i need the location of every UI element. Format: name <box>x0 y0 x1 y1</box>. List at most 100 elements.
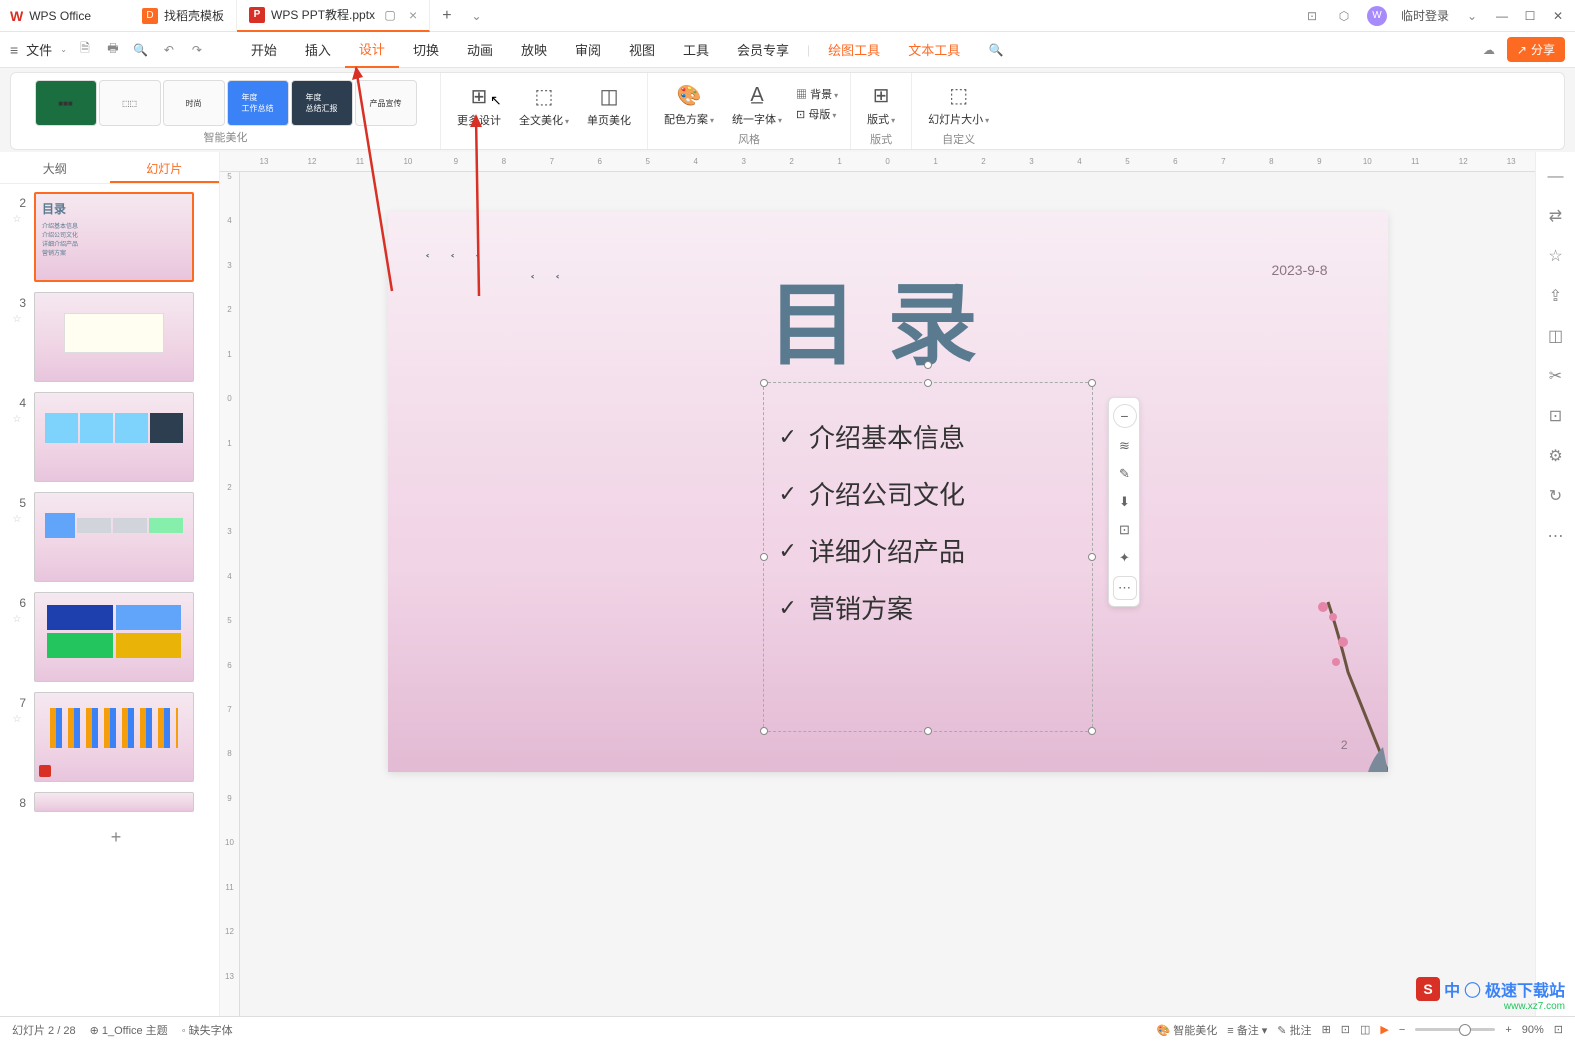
zoom-level[interactable]: 90% <box>1522 1024 1544 1036</box>
new-tab-button[interactable]: + <box>430 7 463 25</box>
view-reading-icon[interactable]: ◫ <box>1360 1023 1370 1036</box>
reader-icon[interactable]: ⊡ <box>1303 9 1321 23</box>
rotate-handle[interactable] <box>924 361 932 369</box>
collapse-sidebar-icon[interactable]: — <box>1548 168 1564 186</box>
new-icon[interactable]: 🗎 <box>75 39 95 60</box>
cube-sidebar-icon[interactable]: ◫ <box>1548 326 1563 346</box>
slide-thumb-4[interactable] <box>34 392 194 482</box>
undo-icon[interactable]: ↶ <box>159 43 179 57</box>
tab-drawing-tools[interactable]: 绘图工具 <box>814 32 894 67</box>
template-thumb-6[interactable]: 产品宣传 <box>355 80 417 126</box>
slide-thumb-7[interactable] <box>34 692 194 782</box>
reader-sidebar-icon[interactable]: ⊡ <box>1549 406 1562 426</box>
star-sidebar-icon[interactable]: ☆ <box>1548 246 1562 266</box>
tab-animation[interactable]: 动画 <box>453 32 507 67</box>
tab-dropdown-icon[interactable]: ⌄ <box>468 9 486 23</box>
resize-handle[interactable] <box>1088 379 1096 387</box>
slide-title[interactable]: 目录 <box>768 252 1008 382</box>
color-scheme-button[interactable]: 🎨 配色方案▾ <box>656 77 722 131</box>
avatar-icon[interactable]: W <box>1367 6 1387 26</box>
comments-button[interactable]: ✎ 批注 <box>1277 1022 1311 1038</box>
close-window-button[interactable]: ✕ <box>1551 9 1565 23</box>
template-thumb-2[interactable]: ⬚⬚ <box>99 80 161 126</box>
resize-handle[interactable] <box>924 727 932 735</box>
unify-font-button[interactable]: A̲ 统一字体▾ <box>724 77 790 131</box>
screen-icon[interactable]: ⊡ <box>1113 518 1137 542</box>
maximize-button[interactable]: ☐ <box>1523 9 1537 23</box>
slide-thumb-8[interactable] <box>34 792 194 812</box>
cube-icon[interactable]: ⬡ <box>1335 9 1353 23</box>
slide-size-button[interactable]: ⬚ 幻灯片大小▾ <box>920 77 997 131</box>
login-button[interactable]: 临时登录 <box>1401 7 1449 24</box>
download-icon[interactable]: ⬇ <box>1113 490 1137 514</box>
slides-tab[interactable]: 幻灯片 <box>110 152 220 183</box>
edit-icon[interactable]: ✎ <box>1113 462 1137 486</box>
slide-thumb-6[interactable] <box>34 592 194 682</box>
close-tab-icon[interactable]: × <box>409 7 417 23</box>
tab-tools[interactable]: 工具 <box>669 32 723 67</box>
resize-handle[interactable] <box>760 727 768 735</box>
template-thumb-5[interactable]: 年度总结汇报 <box>291 80 353 126</box>
star-icon[interactable]: ☆ <box>13 714 22 725</box>
slide-thumb-5[interactable] <box>34 492 194 582</box>
hamburger-icon[interactable]: ≡ <box>10 42 18 58</box>
template-thumb-3[interactable]: 时尚 <box>163 80 225 126</box>
resize-handle[interactable] <box>1088 727 1096 735</box>
fit-screen-icon[interactable]: ⊡ <box>1554 1023 1563 1036</box>
document-tab[interactable]: P WPS PPT教程.pptx ▢ × <box>237 0 430 32</box>
search-icon[interactable]: 🔍 <box>986 43 1006 57</box>
file-menu[interactable]: 文件 <box>26 40 52 59</box>
layout-button[interactable]: ⊞ 版式▾ <box>859 77 903 131</box>
star-icon[interactable]: ☆ <box>13 614 22 625</box>
missing-font-warning[interactable]: ◦ 缺失字体 <box>182 1022 233 1038</box>
full-beautify-button[interactable]: ⬚ 全文美化▾ <box>511 78 577 132</box>
minimize-button[interactable]: — <box>1495 9 1509 23</box>
master-button[interactable]: ⊡ 母版▾ <box>796 106 838 122</box>
star-icon[interactable]: ☆ <box>13 314 22 325</box>
slide-thumbnails[interactable]: 2 ☆ 目录 介绍基本信息介绍公司文化 详细介绍产品营销方案 3 <box>0 184 219 1016</box>
tab-insert[interactable]: 插入 <box>291 32 345 67</box>
single-beautify-button[interactable]: ◫ 单页美化 <box>579 78 639 132</box>
outline-tab[interactable]: 大纲 <box>0 152 110 183</box>
view-slideshow-icon[interactable]: ▶ <box>1380 1023 1388 1036</box>
view-sorter-icon[interactable]: ⊡ <box>1341 1023 1350 1036</box>
settings-sidebar-icon[interactable]: ↻ <box>1549 486 1562 506</box>
notes-button[interactable]: ≡ 备注 ▾ <box>1227 1022 1267 1038</box>
more-icon[interactable]: ⋯ <box>1113 576 1137 600</box>
zoom-out-button[interactable]: − <box>1399 1024 1405 1036</box>
tab-review[interactable]: 审阅 <box>561 32 615 67</box>
resize-handle[interactable] <box>1088 553 1096 561</box>
tab-design[interactable]: 设计 <box>345 31 399 68</box>
more-sidebar-icon[interactable]: ⋯ <box>1548 526 1564 546</box>
cloud-sync-icon[interactable]: ☁ <box>1483 43 1495 57</box>
gift-sidebar-icon[interactable]: ⚙ <box>1548 446 1562 466</box>
tab-transition[interactable]: 切换 <box>399 32 453 67</box>
collapse-button[interactable]: − <box>1113 404 1137 428</box>
login-dropdown-icon[interactable]: ⌄ <box>1463 9 1481 23</box>
present-icon[interactable]: ▢ <box>381 8 399 22</box>
print-icon[interactable]: 🖶 <box>103 39 123 60</box>
tab-premium[interactable]: 会员专享 <box>723 32 803 67</box>
star-icon[interactable]: ☆ <box>13 514 22 525</box>
resize-handle[interactable] <box>760 553 768 561</box>
slide-thumb-2[interactable]: 目录 介绍基本信息介绍公司文化 详细介绍产品营销方案 <box>34 192 194 282</box>
tab-slideshow[interactable]: 放映 <box>507 32 561 67</box>
wps-logo-tab[interactable]: W WPS Office <box>0 0 130 32</box>
content-textbox[interactable]: ✓介绍基本信息 ✓介绍公司文化 ✓详细介绍产品 ✓营销方案 <box>763 382 1093 732</box>
adjust-icon[interactable]: ⇄ <box>1549 206 1562 226</box>
background-button[interactable]: ▦ 背景▾ <box>796 86 838 102</box>
slide-thumb-3[interactable] <box>34 292 194 382</box>
tab-start[interactable]: 开始 <box>237 32 291 67</box>
layers-icon[interactable]: ≋ <box>1113 434 1137 458</box>
share-sidebar-icon[interactable]: ⇪ <box>1549 286 1562 306</box>
magic-icon[interactable]: ✦ <box>1113 546 1137 570</box>
tab-text-tools[interactable]: 文本工具 <box>894 32 974 67</box>
template-thumb-1[interactable]: ■■■ <box>35 80 97 126</box>
smart-beautify-status[interactable]: 🎨 智能美化 <box>1156 1022 1217 1038</box>
resize-handle[interactable] <box>760 379 768 387</box>
zoom-in-button[interactable]: + <box>1505 1024 1511 1036</box>
share-button[interactable]: ↗ 分享 <box>1507 37 1565 62</box>
zoom-slider[interactable] <box>1415 1028 1495 1031</box>
add-slide-button[interactable]: + <box>36 822 196 852</box>
template-thumb-4[interactable]: 年度工作总结 <box>227 80 289 126</box>
